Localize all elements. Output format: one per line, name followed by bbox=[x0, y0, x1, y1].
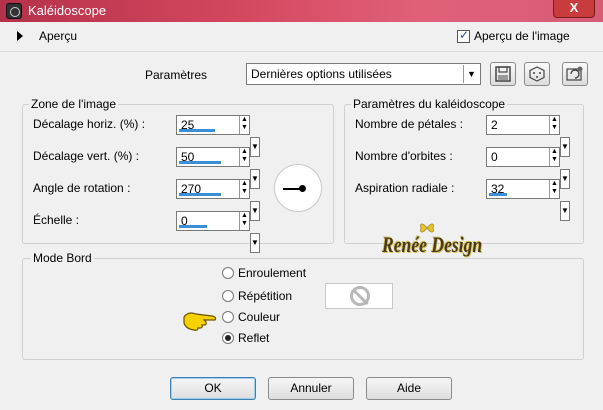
reset-icon bbox=[566, 66, 583, 81]
window-title: Kaléidoscope bbox=[28, 3, 107, 18]
expand-triangle-icon[interactable] bbox=[17, 31, 23, 41]
preset-selected-value: Dernières options utilisées bbox=[251, 67, 392, 81]
radio-wrap[interactable] bbox=[222, 267, 234, 279]
rotation-dropdown[interactable]: ▼ bbox=[250, 201, 260, 221]
radio-wrap-label[interactable]: Enroulement bbox=[238, 266, 306, 280]
petals-value: 2 bbox=[491, 118, 498, 132]
preview-row: Aperçu Aperçu de l'image bbox=[0, 22, 603, 52]
radio-color-label[interactable]: Couleur bbox=[238, 310, 280, 324]
h-offset-bar bbox=[179, 129, 215, 132]
spinner-arrows-icon[interactable]: ▲ ▼ bbox=[549, 180, 559, 198]
scale-label: Échelle : bbox=[33, 213, 80, 227]
butterfly-icon bbox=[420, 223, 434, 233]
cancel-button[interactable]: Annuler bbox=[268, 377, 354, 400]
ok-button[interactable]: OK bbox=[170, 377, 256, 400]
kaleido-title: Paramètres du kaléidoscope bbox=[351, 97, 508, 111]
app-icon bbox=[6, 3, 22, 19]
spinner-arrows-icon[interactable]: ▲ ▼ bbox=[549, 116, 559, 134]
radio-repeat[interactable] bbox=[222, 290, 234, 302]
radial-dropdown[interactable]: ▼ bbox=[560, 201, 570, 221]
radio-reflect-label[interactable]: Reflet bbox=[238, 331, 269, 345]
scale-bar bbox=[179, 225, 207, 228]
radial-label: Aspiration radiale : bbox=[355, 181, 455, 195]
rotation-label: Angle de rotation : bbox=[33, 181, 131, 195]
color-swatch[interactable] bbox=[325, 283, 393, 309]
preview-label[interactable]: Aperçu bbox=[39, 29, 77, 43]
v-offset-label: Décalage vert. (%) : bbox=[33, 149, 140, 163]
scale-dropdown[interactable]: ▼ bbox=[250, 233, 260, 253]
pointing-hand-icon bbox=[183, 312, 217, 331]
spinner-arrows-icon[interactable]: ▲ ▼ bbox=[549, 148, 559, 166]
presets-label: Paramètres bbox=[145, 68, 208, 82]
save-preset-button[interactable] bbox=[490, 62, 516, 86]
v-offset-dropdown[interactable]: ▼ bbox=[250, 169, 260, 189]
v-offset-input[interactable]: 50 ▲ ▼ bbox=[176, 147, 250, 167]
h-offset-dropdown[interactable]: ▼ bbox=[250, 137, 260, 157]
preset-dropdown[interactable]: Dernières options utilisées ▼ bbox=[246, 63, 481, 85]
no-color-icon bbox=[350, 286, 370, 306]
watermark-text: Renée Design bbox=[382, 232, 483, 257]
radial-bar bbox=[489, 193, 507, 196]
h-offset-input[interactable]: 25 ▲ ▼ bbox=[176, 115, 250, 135]
image-zone-title: Zone de l'image bbox=[29, 97, 119, 111]
title-bar: Kaléidoscope X bbox=[0, 0, 603, 22]
h-offset-label: Décalage horiz. (%) : bbox=[33, 117, 146, 131]
petals-dropdown[interactable]: ▼ bbox=[560, 137, 570, 157]
radial-input[interactable]: 32 ▲ ▼ bbox=[486, 179, 560, 199]
save-preset-icon bbox=[495, 66, 511, 82]
preview-checkbox[interactable] bbox=[457, 28, 470, 43]
dial-knob bbox=[299, 185, 306, 192]
orbits-value: 0 bbox=[491, 150, 498, 164]
petals-label: Nombre de pétales : bbox=[355, 117, 464, 131]
rotation-input[interactable]: 270 ▲ ▼ bbox=[176, 179, 250, 199]
dialog-body: Aperçu Aperçu de l'image Paramètres Dern… bbox=[0, 22, 603, 410]
spinner-arrows-icon[interactable]: ▲ ▼ bbox=[239, 212, 249, 230]
petals-input[interactable]: 2 ▲ ▼ bbox=[486, 115, 560, 135]
chevron-down-icon[interactable]: ▼ bbox=[463, 65, 479, 83]
spinner-arrows-icon[interactable]: ▲ ▼ bbox=[239, 180, 249, 198]
orbits-input[interactable]: 0 ▲ ▼ bbox=[486, 147, 560, 167]
rotation-dial[interactable] bbox=[274, 164, 322, 212]
preview-checkbox-label[interactable]: Aperçu de l'image bbox=[474, 29, 570, 43]
help-button[interactable]: Aide bbox=[366, 377, 452, 400]
rotation-bar bbox=[179, 193, 221, 196]
reset-button[interactable] bbox=[562, 62, 588, 86]
randomize-button[interactable] bbox=[524, 62, 550, 86]
spinner-arrows-icon[interactable]: ▲ ▼ bbox=[239, 116, 249, 134]
radio-repeat-label[interactable]: Répétition bbox=[238, 289, 292, 303]
edge-mode-title: Mode Bord bbox=[31, 251, 94, 265]
radio-color[interactable] bbox=[222, 311, 234, 323]
orbits-label: Nombre d'orbites : bbox=[355, 149, 453, 163]
orbits-dropdown[interactable]: ▼ bbox=[560, 169, 570, 189]
radio-reflect[interactable] bbox=[222, 332, 234, 344]
spinner-arrows-icon[interactable]: ▲ ▼ bbox=[239, 148, 249, 166]
close-button[interactable]: X bbox=[553, 0, 595, 18]
randomize-icon bbox=[529, 66, 545, 82]
scale-input[interactable]: 0 ▲ ▼ bbox=[176, 211, 250, 231]
v-offset-bar bbox=[179, 161, 221, 164]
